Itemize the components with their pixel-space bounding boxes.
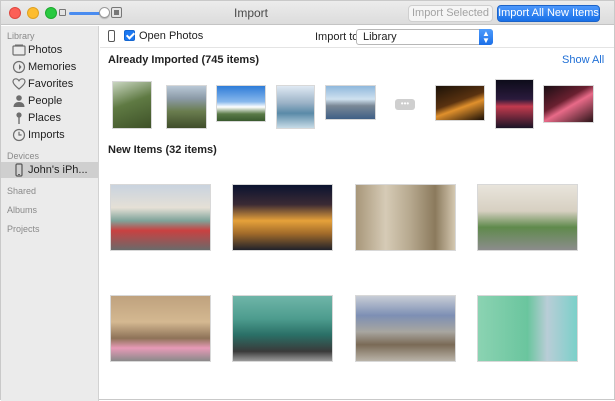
show-all-link[interactable]: Show All (562, 54, 604, 66)
up-down-chevron-icon: ▲ ▼ (479, 29, 493, 45)
sidebar-item-label: People (28, 95, 63, 107)
new-item-thumbnail[interactable] (355, 184, 456, 251)
new-item-thumbnail[interactable] (110, 295, 211, 362)
new-items-heading: New Items (32 items) (108, 144, 217, 156)
sidebar-item-label: Memories (28, 61, 77, 73)
new-item-thumbnail[interactable] (232, 184, 333, 251)
sidebar-item-device[interactable]: John's iPh... (1, 162, 98, 178)
sidebar-item-memories[interactable]: Memories (1, 59, 98, 75)
import-window: Import Import Selected Import All New It… (0, 0, 615, 401)
pin-icon (16, 112, 22, 124)
imported-thumbnail[interactable] (543, 85, 594, 123)
sidebar-item-label: Imports (28, 129, 65, 141)
sidebar-item-people[interactable]: People (1, 93, 98, 109)
clock-icon (12, 128, 26, 142)
imported-thumbnail[interactable] (325, 85, 376, 120)
import-all-new-items-button[interactable]: Import All New Items (497, 5, 600, 22)
new-item-thumbnail[interactable] (110, 184, 211, 251)
import-to-label: Import to: (315, 31, 362, 43)
import-options-bar: Open Photos Import to: Library ▲ ▼ (100, 26, 614, 48)
open-photos-checkbox[interactable] (124, 30, 135, 41)
sidebar-item-label: John's iPh... (28, 164, 88, 176)
new-item-thumbnail[interactable] (355, 295, 456, 362)
sidebar-item-label: Places (28, 112, 62, 124)
imported-thumbnail[interactable] (216, 85, 266, 122)
iphone-icon (15, 163, 23, 177)
imported-thumbnail[interactable] (495, 79, 534, 129)
sidebar-item-imports[interactable]: Imports (1, 127, 98, 143)
sidebar-section-albums[interactable]: Albums (7, 205, 37, 215)
person-icon (13, 95, 25, 107)
sidebar: Library Photos Memories Favorites People… (1, 26, 99, 401)
heart-icon (12, 78, 26, 90)
photos-icon (12, 44, 26, 56)
import-to-value: Library (363, 31, 397, 43)
imported-thumbnail[interactable] (276, 85, 315, 129)
new-item-thumbnail[interactable] (477, 184, 578, 251)
sidebar-section-projects[interactable]: Projects (7, 224, 40, 234)
sidebar-section-library: Library (7, 31, 35, 41)
new-item-thumbnail[interactable] (232, 295, 333, 362)
imported-thumbnail[interactable] (166, 85, 207, 129)
more-items-icon[interactable]: ••• (395, 99, 415, 110)
imported-thumbnail[interactable] (435, 85, 485, 121)
open-photos-label[interactable]: Open Photos (139, 30, 203, 42)
sidebar-item-photos[interactable]: Photos (1, 42, 98, 58)
new-item-thumbnail[interactable] (477, 295, 578, 362)
sidebar-section-shared[interactable]: Shared (7, 186, 36, 196)
sidebar-section-devices: Devices (7, 151, 40, 161)
memories-icon (12, 60, 26, 74)
already-imported-heading: Already Imported (745 items) (108, 54, 259, 66)
sidebar-item-places[interactable]: Places (1, 110, 98, 126)
sidebar-item-label: Photos (28, 44, 63, 56)
sidebar-item-label: Favorites (28, 78, 74, 90)
import-selected-button[interactable]: Import Selected (408, 5, 493, 22)
imported-thumbnail[interactable] (112, 81, 152, 129)
iphone-icon (108, 30, 115, 42)
import-to-select[interactable]: Library ▲ ▼ (356, 29, 493, 45)
sidebar-item-favorites[interactable]: Favorites (1, 76, 98, 92)
title-bar: Import Import Selected Import All New It… (1, 1, 614, 25)
